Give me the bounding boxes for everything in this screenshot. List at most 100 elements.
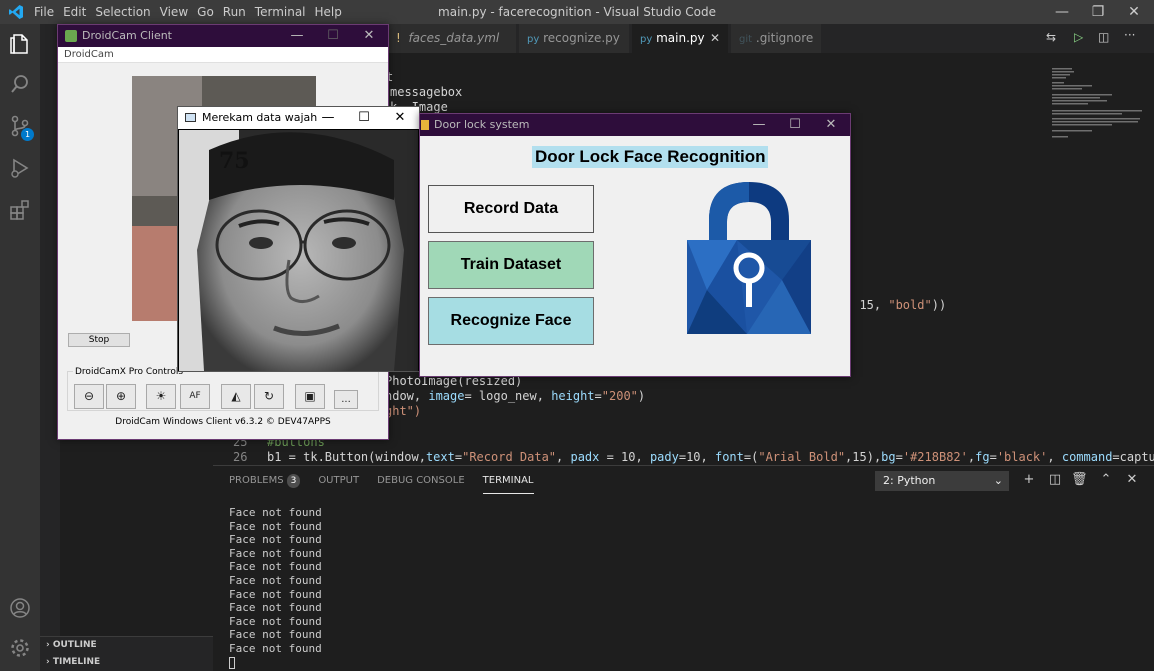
more-actions-icon[interactable]: ···	[1124, 28, 1140, 44]
tab-label: DEBUG CONSOLE	[377, 475, 465, 486]
run-file-icon[interactable]: ▷	[1074, 30, 1090, 46]
door-lock-title: Door lock system	[434, 118, 530, 131]
tab-label: PROBLEMS	[229, 475, 284, 486]
tab-problems[interactable]: PROBLEMS 3	[229, 474, 301, 494]
explorer-icon[interactable]	[8, 32, 32, 56]
outline-section[interactable]: › OUTLINE	[40, 637, 213, 654]
terminal-line: Face not found	[229, 506, 322, 519]
train-dataset-button[interactable]: Train Dataset	[428, 241, 594, 289]
maximize-icon[interactable]: ☐	[778, 114, 812, 136]
tab-label: recognize.py	[543, 31, 620, 45]
trash-icon[interactable]: 🗑	[1071, 472, 1088, 488]
code-attr: image	[428, 389, 465, 403]
capture-button[interactable]: ▣	[295, 384, 325, 409]
code-string: "200"	[601, 389, 638, 403]
close-icon[interactable]: ✕	[1116, 0, 1152, 24]
stop-button[interactable]: Stop	[68, 333, 130, 347]
menu-edit[interactable]: Edit	[63, 0, 95, 24]
code-fragment: =(	[743, 450, 759, 464]
rotate-icon: ↻	[263, 389, 275, 403]
compare-icon[interactable]: ⇆	[1046, 30, 1062, 46]
code-attr: height	[551, 389, 595, 403]
record-face-title: Merekam data wajah	[202, 111, 318, 124]
maximize-icon[interactable]: ☐	[347, 107, 381, 129]
code-attr: bg	[881, 450, 896, 464]
outline-label: OUTLINE	[52, 640, 97, 650]
menu-file[interactable]: File	[34, 0, 63, 24]
record-face-titlebar: Merekam data wajah — ☐ ✕	[178, 107, 419, 129]
maximize-icon[interactable]: ☐	[316, 25, 350, 47]
account-icon[interactable]	[8, 596, 32, 620]
close-icon[interactable]: ✕	[352, 25, 386, 47]
menu-go[interactable]: Go	[197, 0, 223, 24]
terminal-line: Face not found	[229, 546, 322, 560]
terminal-select[interactable]: 2: Python ⌄	[875, 471, 1009, 491]
door-lock-body: Door Lock Face Recognition Record Data T…	[420, 136, 850, 376]
split-terminal-icon[interactable]: ◫	[1047, 472, 1063, 488]
zoom-in-button[interactable]: ⊕	[106, 384, 136, 409]
menu-run[interactable]: Run	[223, 0, 255, 24]
record-face-window: Merekam data wajah — ☐ ✕ 75	[177, 106, 420, 372]
code-fragment: =	[594, 389, 602, 403]
tab-terminal[interactable]: TERMINAL	[482, 474, 534, 494]
minimize-icon[interactable]: —	[1044, 0, 1080, 24]
settings-gear-icon[interactable]	[8, 636, 32, 660]
record-data-button[interactable]: Record Data	[428, 185, 594, 233]
camera-capture-icon: ▣	[304, 389, 316, 403]
tab-main[interactable]: py main.py ✕	[632, 24, 728, 53]
tab-label: OUTPUT	[318, 475, 360, 486]
close-icon[interactable]: ✕	[814, 114, 848, 136]
close-tab-icon[interactable]: ✕	[710, 24, 720, 53]
code-attr: font	[714, 450, 744, 464]
recognize-face-button[interactable]: Recognize Face	[428, 297, 594, 345]
panel-tabs: PROBLEMS 3 OUTPUT DEBUG CONSOLE TERMINAL	[229, 474, 552, 494]
code-attr: command	[1061, 450, 1113, 464]
zoom-out-button[interactable]: ⊖	[74, 384, 104, 409]
tab-gitignore[interactable]: git .gitignore	[731, 24, 821, 53]
padlock-icon	[687, 182, 811, 334]
run-debug-icon[interactable]	[8, 156, 32, 180]
tab-faces-data[interactable]: ! faces_data.yml	[388, 24, 516, 53]
sidebar-sections: › OUTLINE › TIMELINE	[40, 636, 213, 671]
light-button[interactable]: ☀	[146, 384, 176, 409]
droidcam-menu[interactable]: DroidCam	[58, 47, 388, 63]
timeline-section[interactable]: › TIMELINE	[40, 654, 213, 671]
terminal-output[interactable]: Face not found Face not found Face not f…	[229, 506, 322, 669]
split-editor-icon[interactable]: ◫	[1098, 30, 1114, 46]
close-panel-icon[interactable]: ✕	[1124, 472, 1140, 488]
minimap[interactable]	[1050, 66, 1145, 146]
code-string: "Record Data"	[462, 450, 557, 464]
more-button[interactable]: ...	[334, 390, 358, 409]
autofocus-button[interactable]: AF	[180, 384, 210, 409]
tab-recognize[interactable]: py recognize.py	[519, 24, 629, 53]
terminal-line: Face not found	[229, 587, 322, 601]
menu-selection[interactable]: Selection	[95, 0, 159, 24]
tab-output[interactable]: OUTPUT	[318, 474, 359, 494]
face-capture-view: 75	[179, 130, 418, 371]
maximize-panel-icon[interactable]: ⌃	[1098, 472, 1114, 488]
extensions-icon[interactable]	[8, 198, 32, 222]
line-number: 26	[233, 450, 248, 464]
droidcam-footer: DroidCam Windows Client v6.3.2 © DEV47AP…	[115, 417, 331, 427]
code-fragment: , 15,	[845, 298, 889, 312]
droidcam-title: DroidCam Client	[82, 29, 172, 42]
rotate-button[interactable]: ↻	[254, 384, 284, 409]
light-bulb-icon: ☀	[155, 389, 167, 403]
menu-help[interactable]: Help	[315, 0, 351, 24]
sample-count: 75	[219, 148, 250, 174]
restore-icon[interactable]: ❐	[1080, 0, 1116, 24]
minimize-icon[interactable]: —	[742, 114, 776, 136]
close-icon[interactable]: ✕	[383, 107, 417, 129]
chevron-down-icon: ⌄	[993, 474, 1003, 487]
new-terminal-icon[interactable]: +	[1021, 472, 1037, 488]
terminal-line: Face not found	[229, 519, 322, 533]
activity-bar: 1	[0, 24, 40, 671]
menu-view[interactable]: View	[160, 0, 197, 24]
page-title: Door Lock Face Recognition	[532, 146, 769, 168]
menu-terminal[interactable]: Terminal	[255, 0, 315, 24]
minimize-icon[interactable]: —	[311, 107, 345, 129]
minimize-icon[interactable]: —	[280, 25, 314, 47]
search-icon[interactable]	[8, 72, 32, 96]
mirror-button[interactable]: ◭	[221, 384, 251, 409]
tab-debug-console[interactable]: DEBUG CONSOLE	[377, 474, 465, 494]
